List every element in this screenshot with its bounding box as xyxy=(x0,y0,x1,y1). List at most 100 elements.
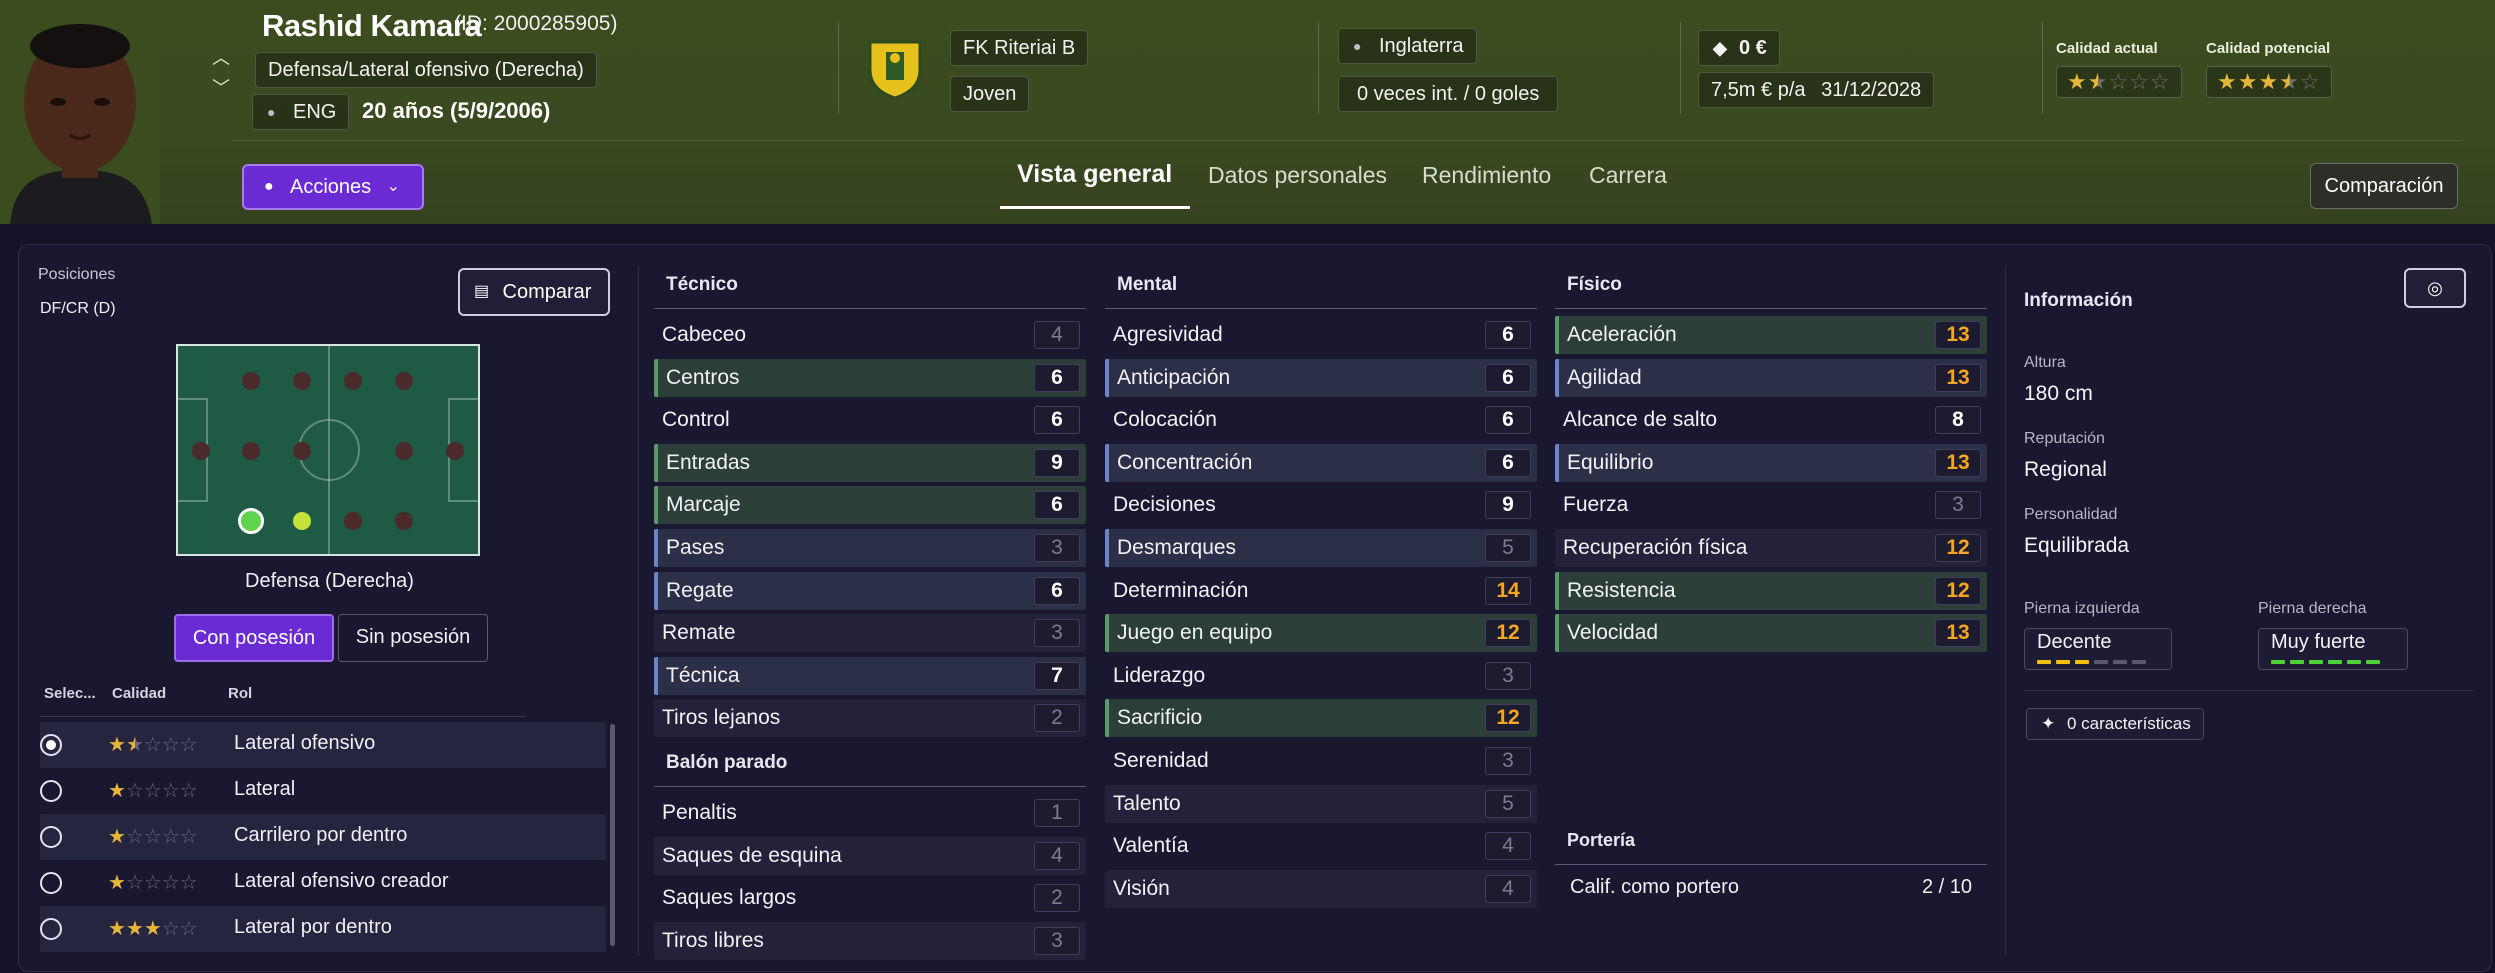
pitch-position-dot[interactable] xyxy=(446,442,464,460)
role-radio[interactable] xyxy=(40,918,62,940)
attribute-row[interactable]: Fuerza 3 xyxy=(1555,486,1987,524)
attribute-row[interactable]: Marcaje 6 xyxy=(654,486,1086,525)
attribute-row[interactable]: Entradas 9 xyxy=(654,443,1086,482)
attribute-row[interactable]: Equilibrio 13 xyxy=(1555,443,1987,482)
attribute-row[interactable]: Saques largos 2 xyxy=(654,879,1086,917)
current-quality-stars: ★★☆☆☆ xyxy=(2056,66,2182,98)
attribute-row[interactable]: Decisiones 9 xyxy=(1105,486,1537,524)
attribute-row[interactable]: Juego en equipo 12 xyxy=(1105,614,1537,653)
traits-button[interactable]: ✦ 0 características xyxy=(2026,708,2204,740)
role-quality-stars: ★☆☆☆☆ xyxy=(108,780,198,802)
attribute-row[interactable]: Centros 6 xyxy=(654,358,1086,397)
attribute-value: 5 xyxy=(1485,534,1531,562)
pitch-position-dot[interactable] xyxy=(293,442,311,460)
pitch-position-dot[interactable] xyxy=(344,372,362,390)
compare-positions-button[interactable]: ▤ Comparar xyxy=(458,268,610,316)
header-role[interactable]: Rol xyxy=(228,685,252,702)
attribute-row[interactable]: Talento 5 xyxy=(1105,784,1537,823)
roles-scrollbar[interactable] xyxy=(610,724,615,946)
next-player-icon[interactable]: ﹀ xyxy=(210,74,232,98)
attribute-value: 3 xyxy=(1935,491,1981,520)
attribute-row[interactable]: Penaltis 1 xyxy=(654,794,1086,832)
attribute-name: Pases xyxy=(666,536,725,559)
role-radio[interactable] xyxy=(40,826,62,848)
attribute-row[interactable]: Colocación 6 xyxy=(1105,401,1537,439)
pitch-position-dot[interactable] xyxy=(242,442,260,460)
attribute-row[interactable]: Agilidad 13 xyxy=(1555,358,1987,397)
value-chip[interactable]: ◆ 0 € xyxy=(1698,30,1780,66)
club-crest-icon[interactable] xyxy=(866,36,924,100)
attribute-row[interactable]: Concentración 6 xyxy=(1105,443,1537,482)
nationality-chip[interactable]: ● ENG xyxy=(252,94,350,130)
attribute-row[interactable]: Serenidad 3 xyxy=(1105,742,1537,780)
role-radio[interactable] xyxy=(40,872,62,894)
pitch-position-dot[interactable] xyxy=(192,442,210,460)
nation-chip[interactable]: ● Inglaterra xyxy=(1338,28,1477,64)
with-possession-toggle[interactable]: Con posesión xyxy=(174,614,334,662)
attribute-row[interactable]: Velocidad 13 xyxy=(1555,614,1987,653)
foot-level-bar xyxy=(2056,660,2070,664)
attribute-row[interactable]: Sacrificio 12 xyxy=(1105,699,1537,738)
attribute-row[interactable]: Pases 3 xyxy=(654,529,1086,567)
nationality-code: ENG xyxy=(293,101,337,123)
pitch-position-dot[interactable] xyxy=(395,512,413,530)
pitch-position-dot-alt[interactable] xyxy=(293,512,311,530)
attribute-row[interactable]: Valentía 4 xyxy=(1105,827,1537,865)
attribute-row[interactable]: Liderazgo 3 xyxy=(1105,657,1537,695)
attribute-row[interactable]: Saques de esquina 4 xyxy=(654,836,1086,875)
actions-button[interactable]: ● Acciones ⌄ xyxy=(242,164,424,210)
attribute-value: 9 xyxy=(1034,448,1080,477)
left-foot-label: Pierna izquierda xyxy=(2024,600,2140,617)
pitch-position-dot[interactable] xyxy=(293,372,311,390)
role-radio[interactable] xyxy=(40,734,62,756)
without-possession-toggle[interactable]: Sin posesión xyxy=(338,614,488,662)
club-name[interactable]: FK Riteriai B xyxy=(950,30,1089,66)
attribute-row[interactable]: Remate 3 xyxy=(654,614,1086,653)
header-select[interactable]: Selec... xyxy=(44,685,96,702)
contract-expiry: 31/12/2028 xyxy=(1821,79,1922,101)
pitch-position-dot[interactable] xyxy=(395,372,413,390)
attribute-row[interactable]: Aceleración 13 xyxy=(1555,316,1987,354)
attribute-row[interactable]: Tiros libres 3 xyxy=(654,921,1086,960)
tab-overview[interactable]: Vista general xyxy=(1017,160,1172,189)
tab-career[interactable]: Carrera xyxy=(1589,162,1667,189)
attribute-row[interactable]: Cabeceo 4 xyxy=(654,316,1086,354)
attribute-row[interactable]: Visión 4 xyxy=(1105,869,1537,908)
attribute-row[interactable]: Desmarques 5 xyxy=(1105,529,1537,567)
attribute-value: 6 xyxy=(1034,491,1080,520)
contract-chip[interactable]: 7,5m € p/a 31/12/2028 xyxy=(1698,72,1935,108)
actions-label: Acciones xyxy=(290,176,372,198)
comparison-button[interactable]: Comparación xyxy=(2310,163,2458,209)
attribute-value: 14 xyxy=(1485,576,1531,605)
header-quality[interactable]: Calidad xyxy=(112,685,166,702)
role-quality-stars: ★★☆☆☆ xyxy=(108,734,198,756)
pitch-position-dot[interactable] xyxy=(344,512,362,530)
attribute-name: Desmarques xyxy=(1117,536,1237,559)
attribute-row[interactable]: Técnica 7 xyxy=(654,656,1086,695)
previous-player-icon[interactable]: ︿ xyxy=(210,44,232,68)
club-squad[interactable]: Joven xyxy=(950,76,1030,112)
divider xyxy=(2024,690,2474,691)
attribute-row[interactable]: Agresividad 6 xyxy=(1105,316,1537,354)
attribute-row[interactable]: Recuperación física 12 xyxy=(1555,529,1987,567)
attribute-name: Resistencia xyxy=(1567,578,1676,602)
pitch-selected-position[interactable] xyxy=(238,508,264,534)
attribute-row[interactable]: Control 6 xyxy=(654,401,1086,439)
pitch-position-dot[interactable] xyxy=(395,442,413,460)
attribute-value: 13 xyxy=(1935,363,1981,392)
attribute-row[interactable]: Tiros lejanos 2 xyxy=(654,699,1086,738)
attribute-name: Concentración xyxy=(1117,450,1253,474)
pitch-caption: Defensa (Derecha) xyxy=(245,570,414,592)
attribute-row[interactable]: Alcance de salto 8 xyxy=(1555,401,1987,439)
attribute-row[interactable]: Anticipación 6 xyxy=(1105,358,1537,397)
attribute-row[interactable]: Resistencia 12 xyxy=(1555,571,1987,610)
attribute-row[interactable]: Determinación 14 xyxy=(1105,572,1537,610)
tab-personal-data[interactable]: Datos personales xyxy=(1208,162,1387,189)
pitch-position-dot[interactable] xyxy=(242,372,260,390)
player-value: 0 € xyxy=(1739,37,1767,59)
tab-performance[interactable]: Rendimiento xyxy=(1422,162,1551,189)
attribute-row[interactable]: Regate 6 xyxy=(654,571,1086,610)
role-radio[interactable] xyxy=(40,780,62,802)
info-settings-icon[interactable]: ◎ xyxy=(2404,268,2466,308)
attribute-value: 7 xyxy=(1034,661,1080,690)
